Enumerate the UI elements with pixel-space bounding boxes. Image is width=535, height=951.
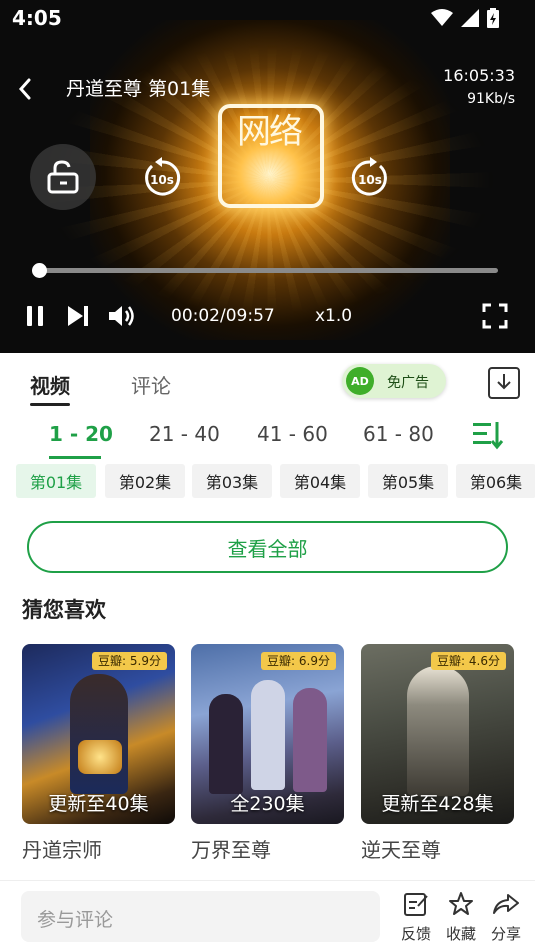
card-title[interactable]: 丹道宗师 — [22, 834, 175, 863]
poster-image[interactable]: 豆瓣: 4.6分 更新至428集 — [361, 644, 514, 824]
video-player[interactable]: 网络 4:05 丹道至尊 第01集 16:05:33 91Kb/s 10s 10… — [0, 0, 535, 353]
share-icon — [493, 894, 519, 914]
range-active-indicator — [49, 456, 101, 459]
current-time: 00:02 — [171, 306, 220, 326]
episode-chip[interactable]: 第06集 — [456, 464, 535, 498]
range-tab[interactable]: 41 - 60 — [257, 422, 328, 446]
feedback-icon — [404, 893, 428, 916]
update-label: 更新至40集 — [48, 793, 149, 815]
download-icon — [497, 374, 511, 390]
poster-figure — [251, 680, 285, 790]
wifi-icon — [431, 9, 453, 26]
unlock-icon — [47, 160, 79, 194]
range-tab[interactable]: 61 - 80 — [363, 422, 434, 446]
tab-video[interactable]: 视频 — [30, 370, 70, 399]
poster-figure — [70, 674, 128, 794]
episode-chip[interactable]: 第04集 — [280, 464, 360, 498]
rewind-10s-button[interactable]: 10s — [142, 156, 182, 202]
comment-input[interactable]: 参与评论 — [21, 891, 380, 942]
status-icons — [431, 8, 499, 28]
bottom-bar: 参与评论 反馈 收藏 分享 — [0, 881, 535, 951]
tab-comment[interactable]: 评论 — [131, 370, 171, 399]
update-label: 全230集 — [230, 793, 305, 815]
update-label: 更新至428集 — [381, 793, 494, 815]
playback-rate-button[interactable]: x1.0 — [315, 306, 352, 326]
episode-chip[interactable]: 第03集 — [192, 464, 272, 498]
tab-active-indicator — [30, 403, 70, 406]
video-title: 丹道至尊 第01集 — [66, 78, 211, 100]
video-logo-text: 网络 — [237, 112, 303, 152]
fullscreen-icon[interactable] — [482, 303, 508, 329]
poster-figure — [293, 688, 327, 792]
lock-button[interactable] — [30, 144, 96, 210]
ad-badge: AD — [346, 367, 374, 395]
poster-figure — [407, 666, 469, 796]
volume-icon[interactable] — [107, 303, 137, 329]
rating-badge: 豆瓣: 5.9分 — [92, 652, 167, 670]
net-speed: 91Kb/s — [467, 91, 515, 107]
poster-figure — [209, 694, 243, 794]
ad-free-label: 免广告 — [387, 375, 429, 391]
card-title[interactable]: 逆天至尊 — [361, 834, 514, 863]
recommend-title: 猜您喜欢 — [22, 598, 106, 622]
progress-bar[interactable] — [38, 268, 498, 273]
rating-badge: 豆瓣: 6.9分 — [261, 652, 336, 670]
download-button[interactable] — [488, 367, 520, 399]
range-tab[interactable]: 1 - 20 — [49, 422, 113, 446]
forward-10s-button[interactable]: 10s — [350, 156, 390, 202]
recommend-card[interactable]: 豆瓣: 5.9分 更新至40集 丹道宗师 — [22, 644, 175, 863]
episode-chip[interactable]: 第02集 — [105, 464, 185, 498]
recommend-card[interactable]: 豆瓣: 4.6分 更新至428集 逆天至尊 — [361, 644, 514, 863]
rewind-icon: 10s — [145, 157, 181, 196]
time-display: 00:02/09:57 — [171, 306, 275, 326]
status-time: 4:05 — [12, 6, 62, 30]
forward-label: 10s — [358, 173, 382, 187]
progress-thumb[interactable] — [32, 263, 48, 278]
player-clock: 16:05:33 — [443, 66, 515, 85]
view-all-button[interactable]: 查看全部 — [27, 521, 508, 573]
signal-icon — [461, 9, 479, 27]
content-tabs: 视频 评论 AD 免广告 — [0, 356, 535, 412]
poster-image[interactable]: 豆瓣: 5.9分 更新至40集 — [22, 644, 175, 824]
share-label: 分享 — [490, 925, 521, 943]
rewind-label: 10s — [150, 173, 174, 187]
status-bar: 4:05 — [0, 0, 535, 34]
episode-chip[interactable]: 第05集 — [368, 464, 448, 498]
battery-icon — [487, 8, 499, 28]
ad-free-toggle[interactable]: AD 免广告 — [342, 364, 446, 398]
feedback-button[interactable]: 反馈 — [394, 891, 438, 944]
sort-icon[interactable] — [472, 420, 504, 450]
card-title[interactable]: 万界至尊 — [191, 834, 344, 863]
favorite-label: 收藏 — [445, 925, 476, 943]
poster-glow — [78, 740, 122, 774]
star-icon — [449, 892, 473, 915]
favorite-button[interactable]: 收藏 — [439, 891, 483, 944]
recommend-card[interactable]: 豆瓣: 6.9分 全230集 万界至尊 — [191, 644, 344, 863]
share-button[interactable]: 分享 — [484, 891, 528, 944]
total-time: 09:57 — [225, 306, 275, 326]
range-tab[interactable]: 21 - 40 — [149, 422, 220, 446]
comment-placeholder: 参与评论 — [37, 909, 114, 931]
episode-list: 第01集 第02集 第03集 第04集 第05集 第06集 — [16, 464, 535, 500]
rating-badge: 豆瓣: 4.6分 — [431, 652, 506, 670]
pause-icon[interactable] — [24, 303, 46, 329]
poster-image[interactable]: 豆瓣: 6.9分 全230集 — [191, 644, 344, 824]
back-arrow-icon[interactable] — [16, 76, 34, 102]
next-episode-icon[interactable] — [66, 303, 90, 329]
episode-chip[interactable]: 第01集 — [16, 464, 96, 498]
forward-icon: 10s — [351, 157, 387, 196]
feedback-label: 反馈 — [400, 925, 431, 943]
episode-range-tabs: 1 - 20 21 - 40 41 - 60 61 - 80 — [0, 418, 535, 462]
